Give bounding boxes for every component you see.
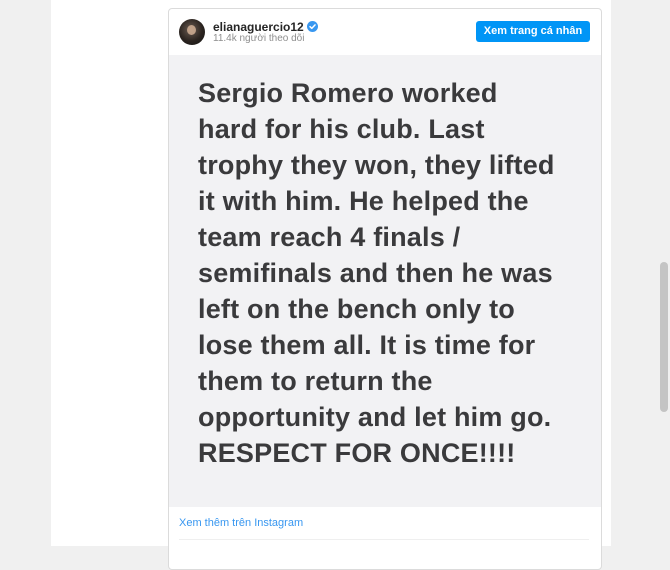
post-text-line: Sergio Romero worked (198, 78, 498, 108)
followers-count: 11.4k người theo dõi (213, 33, 305, 44)
post-text-line: them to return the (198, 366, 433, 396)
post-text-line: opportunity and let him go. (198, 402, 552, 432)
username[interactable]: elianaguercio12 (213, 20, 304, 34)
view-more-on-instagram-link[interactable]: Xem thêm trên Instagram (179, 516, 303, 530)
post-text-line: trophy they won, they lifted (198, 150, 555, 180)
post-image[interactable]: Sergio Romero worked hard for his club. … (169, 55, 601, 507)
scrollbar-thumb[interactable] (660, 262, 668, 412)
post-text-line: lose them all. It is time for (198, 330, 536, 360)
embed-header: elianaguercio12 11.4k người theo dõi Xem… (169, 9, 601, 55)
instagram-embed: elianaguercio12 11.4k người theo dõi Xem… (168, 8, 602, 570)
post-text-line: semifinals and then he was (198, 258, 553, 288)
post-text-line: it with him. He helped the (198, 186, 529, 216)
post-text-line: team reach 4 finals / (198, 222, 461, 252)
avatar[interactable] (179, 19, 205, 45)
divider (179, 539, 589, 540)
view-profile-button[interactable]: Xem trang cá nhân (476, 21, 590, 42)
post-text-line: left on the bench only to (198, 294, 515, 324)
verified-badge-icon (306, 21, 318, 32)
page-content: elianaguercio12 11.4k người theo dõi Xem… (51, 0, 611, 570)
scrollbar[interactable] (658, 0, 670, 546)
username-row: elianaguercio12 (213, 19, 318, 34)
post-image-text: Sergio Romero worked hard for his club. … (198, 75, 588, 471)
post-text-line: hard for his club. Last (198, 114, 485, 144)
post-text-line: RESPECT FOR ONCE!!!! (198, 438, 516, 468)
